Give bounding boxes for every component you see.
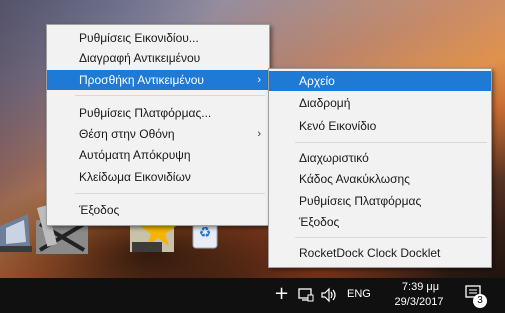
menu-item-label: Προσθήκη Αντικειμένου xyxy=(79,73,204,87)
menu-item-lock-icons[interactable]: Κλείδωμα Εικονιδίων xyxy=(47,167,269,187)
menu-item-label: Ρυθμίσεις Πλατφόρμας... xyxy=(79,106,212,120)
menu-item-label: Αυτόματη Απόκρυψη xyxy=(79,148,191,162)
clock-date[interactable]: 29/3/2017 xyxy=(389,296,449,308)
notification-count-badge: 3 xyxy=(473,294,487,308)
language-indicator[interactable]: ENG xyxy=(347,288,371,300)
volume-icon[interactable] xyxy=(321,287,339,306)
submenu-item-path[interactable]: Διαδρομή xyxy=(269,93,491,113)
submenu-item-clock-docklet[interactable]: RocketDock Clock Docklet xyxy=(269,243,491,263)
menu-item-delete-item[interactable]: Διαγραφή Αντικειμένου xyxy=(47,48,269,68)
ship-icon[interactable] xyxy=(0,206,34,254)
submenu-item-separator[interactable]: Διαχωριστικό xyxy=(269,148,491,168)
submenu-item-empty-icon[interactable]: Κενό Εικονίδιο xyxy=(269,116,491,136)
menu-item-label: Διαχωριστικό xyxy=(299,151,369,165)
menu-item-label: Διαδρομή xyxy=(299,96,351,110)
submenu-item-recycle-bin[interactable]: Κάδος Ανακύκλωσης xyxy=(269,169,491,189)
menu-item-label: Αρχείο xyxy=(299,74,335,88)
menu-item-label: Διαγραφή Αντικειμένου xyxy=(79,51,201,65)
menu-item-label: Έξοδος xyxy=(79,203,120,217)
menu-separator xyxy=(295,237,487,238)
menu-separator xyxy=(295,142,487,143)
dock-context-menu: Ρυθμίσεις Εικονιδίου... Διαγραφή Αντικει… xyxy=(46,24,270,226)
clock-time[interactable]: 7:39 μμ xyxy=(393,281,448,293)
menu-item-label: Κλείδωμα Εικονιδίων xyxy=(79,170,191,184)
menu-item-screen-position[interactable]: Θέση στην Οθόνη › xyxy=(47,124,269,144)
menu-item-exit[interactable]: Έξοδος xyxy=(47,200,269,220)
menu-item-label: Ρυθμίσεις Εικονιδίου... xyxy=(79,31,199,45)
menu-item-label: RocketDock Clock Docklet xyxy=(299,246,441,260)
menu-item-add-item[interactable]: Προσθήκη Αντικειμένου › xyxy=(47,70,269,90)
menu-item-dock-settings[interactable]: Ρυθμίσεις Πλατφόρμας... xyxy=(47,103,269,123)
submenu-item-exit[interactable]: Έξοδος xyxy=(269,212,491,232)
menu-item-label: Ρυθμίσεις Πλατφόρμας xyxy=(299,194,422,208)
menu-separator xyxy=(75,95,265,96)
submenu-item-file[interactable]: Αρχείο xyxy=(269,71,491,91)
submenu-arrow-icon: › xyxy=(257,74,261,86)
submenu-item-dock-settings[interactable]: Ρυθμίσεις Πλατφόρμας xyxy=(269,191,491,211)
menu-item-icon-settings[interactable]: Ρυθμίσεις Εικονιδίου... xyxy=(47,28,269,48)
submenu-arrow-icon: › xyxy=(257,128,261,140)
plus-icon[interactable]: + xyxy=(274,283,289,304)
menu-separator xyxy=(75,193,265,194)
svg-text:♻: ♻ xyxy=(199,225,212,241)
add-item-submenu: Αρχείο Διαδρομή Κενό Εικονίδιο Διαχωριστ… xyxy=(268,68,492,268)
network-icon[interactable] xyxy=(298,287,314,306)
menu-item-label: Έξοδος xyxy=(299,215,340,229)
menu-item-label: Κενό Εικονίδιο xyxy=(299,119,377,133)
menu-item-label: Κάδος Ανακύκλωσης xyxy=(299,172,410,186)
menu-item-auto-hide[interactable]: Αυτόματη Απόκρυψη xyxy=(47,145,269,165)
menu-item-label: Θέση στην Οθόνη xyxy=(79,127,175,141)
taskbar: + ENG 7:39 μμ 29/3/2017 3 xyxy=(0,278,505,313)
